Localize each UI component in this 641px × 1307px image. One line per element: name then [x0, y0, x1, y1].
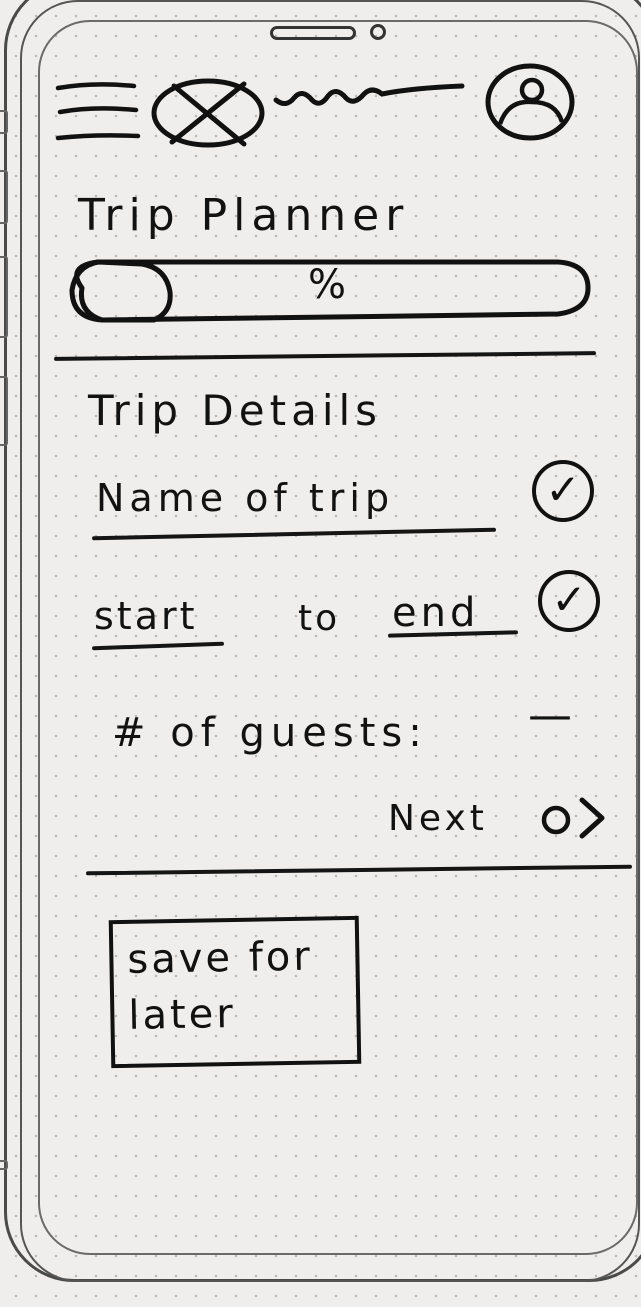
page-title: Trip Planner	[78, 190, 410, 241]
start-date-field[interactable]: start	[94, 594, 198, 638]
progress-percent: %	[308, 262, 347, 308]
date-connector: to	[298, 598, 341, 639]
side-button-volume-up	[0, 170, 8, 224]
save-for-later-label: save for later	[127, 933, 314, 1039]
guests-label: # of guests:	[112, 710, 428, 756]
camera-icon	[370, 24, 386, 40]
menu-icon[interactable]	[54, 78, 144, 148]
logo-squiggle-icon	[273, 83, 465, 106]
globe-icon[interactable]	[148, 74, 270, 152]
next-arrow-icon[interactable]	[538, 792, 610, 842]
check-icon: ✓	[538, 570, 600, 632]
end-date-field[interactable]: end	[392, 590, 479, 636]
profile-icon[interactable]	[482, 60, 578, 144]
side-button-silent	[0, 110, 8, 134]
side-notch	[0, 1160, 8, 1170]
speaker-icon	[270, 26, 356, 40]
trip-name-field[interactable]: Name of trip	[96, 476, 394, 520]
side-button-volume-down	[0, 256, 8, 338]
save-for-later-button[interactable]: save for later	[108, 915, 362, 1069]
side-button-power	[0, 376, 8, 446]
section-title: Trip Details	[88, 386, 383, 435]
next-button[interactable]: Next	[388, 798, 488, 839]
check-icon: ✓	[532, 460, 594, 522]
guests-input[interactable]: —	[528, 690, 572, 741]
